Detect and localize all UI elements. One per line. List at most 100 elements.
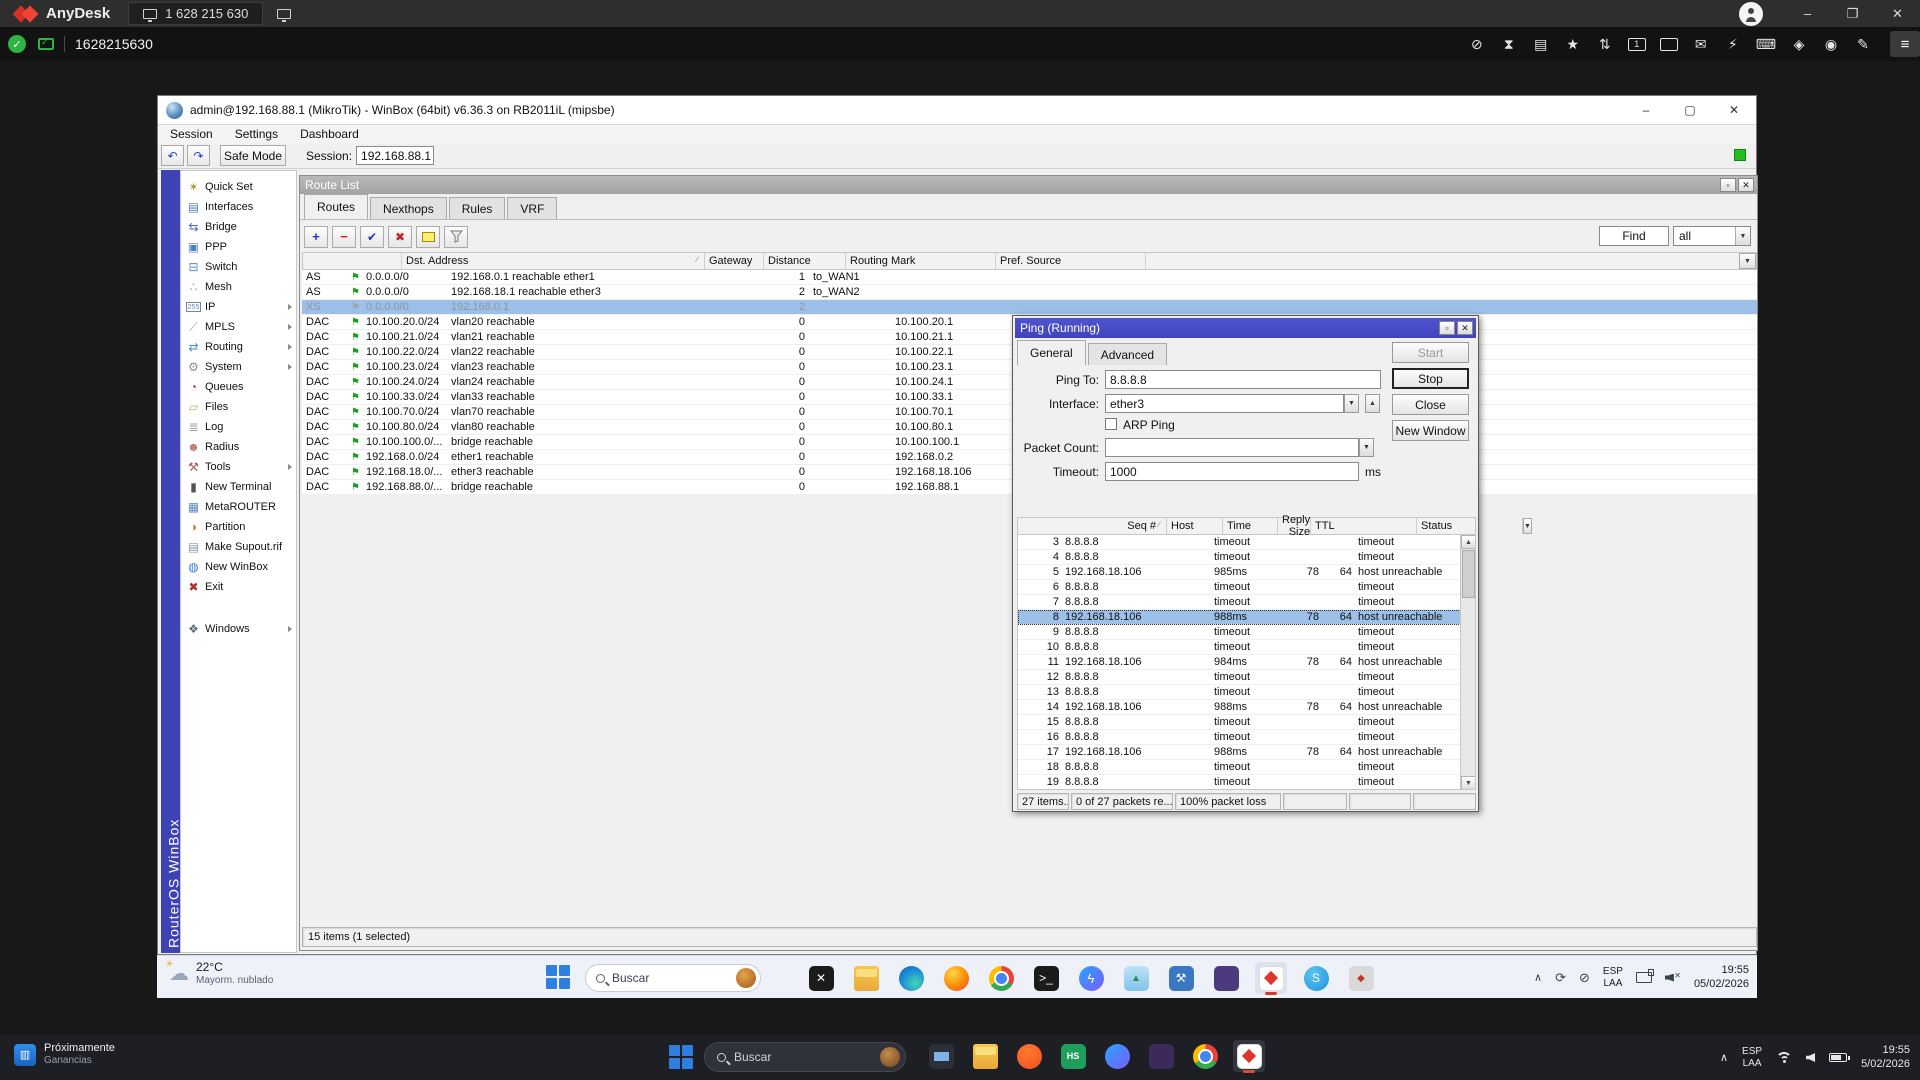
- route-row[interactable]: AS ⚑0.0.0.0/0 192.168.0.1 reachable ethe…: [302, 270, 1757, 285]
- sidebar-item-partition[interactable]: ◑ Partition: [181, 517, 296, 537]
- route-filter-dropdown[interactable]: all ▼: [1673, 226, 1751, 246]
- ping-row[interactable]: 13 8.8.8.8 timeout timeout: [1018, 685, 1475, 700]
- ping-row[interactable]: 9 8.8.8.8 timeout timeout: [1018, 625, 1475, 640]
- sidebar-item-files[interactable]: ▱ Files: [181, 397, 296, 417]
- menu-item[interactable]: Settings: [235, 127, 278, 141]
- column-header[interactable]: Distance: [764, 253, 846, 269]
- start-button[interactable]: [545, 964, 571, 990]
- tray-chevron-icon[interactable]: ∧: [1720, 1051, 1728, 1064]
- volume-muted-icon[interactable]: ✕: [1665, 972, 1681, 984]
- session-duration-icon[interactable]: ⧗: [1500, 34, 1518, 54]
- column-header[interactable]: Status: [1417, 518, 1523, 534]
- add-button[interactable]: +: [304, 226, 328, 248]
- ping-row[interactable]: 19 8.8.8.8 timeout timeout: [1018, 775, 1475, 790]
- ping-row[interactable]: 12 8.8.8.8 timeout timeout: [1018, 670, 1475, 685]
- taskbar-app-pc[interactable]: [925, 1040, 957, 1072]
- wifi-icon[interactable]: [1776, 1052, 1792, 1064]
- taskbar-app-terminal[interactable]: >_: [1030, 962, 1062, 994]
- menu-item[interactable]: Dashboard: [300, 127, 359, 141]
- favorites-icon[interactable]: ★: [1564, 34, 1582, 54]
- find-button[interactable]: Find: [1599, 226, 1669, 246]
- ping-row[interactable]: 15 8.8.8.8 timeout timeout: [1018, 715, 1475, 730]
- widgets-button[interactable]: ▥ Próximamente Ganancias: [14, 1042, 115, 1067]
- taskbar-app-anydesk[interactable]: [1233, 1040, 1265, 1072]
- sidebar-item-make-supout[interactable]: ▤ Make Supout.rif: [181, 537, 296, 557]
- taskbar-app-folder[interactable]: [969, 1040, 1001, 1072]
- column-header[interactable]: [303, 253, 402, 269]
- taskbar-app-skype[interactable]: S: [1300, 962, 1332, 994]
- taskbar-app-firefox[interactable]: [940, 962, 972, 994]
- taskbar-app-folder[interactable]: [850, 962, 882, 994]
- sidebar-item-new-winbox[interactable]: ◍ New WinBox: [181, 557, 296, 577]
- column-header[interactable]: Seq #: [1018, 518, 1167, 534]
- stop-button[interactable]: Stop: [1392, 368, 1469, 389]
- cast-icon[interactable]: [1636, 972, 1652, 983]
- anydesk-minimize-button[interactable]: –: [1785, 0, 1830, 27]
- column-menu-button[interactable]: ▼: [1523, 518, 1532, 534]
- arp-ping-checkbox[interactable]: [1105, 418, 1117, 430]
- actions-icon[interactable]: ⚡: [1724, 34, 1742, 54]
- new-session-button[interactable]: [277, 9, 291, 19]
- taskbar-app-installer[interactable]: ◆: [1345, 962, 1377, 994]
- session-tab[interactable]: 1 628 215 630: [128, 2, 263, 25]
- user-avatar[interactable]: [1739, 2, 1763, 26]
- column-header[interactable]: Host: [1167, 518, 1223, 534]
- search-box[interactable]: Buscar: [704, 1042, 906, 1072]
- sidebar-item-system[interactable]: ⚙ System: [181, 357, 296, 377]
- ping-row[interactable]: 7 8.8.8.8 timeout timeout: [1018, 595, 1475, 610]
- file-transfer-icon[interactable]: ⇅: [1596, 34, 1614, 54]
- column-header[interactable]: Reply Size: [1278, 518, 1311, 534]
- ping-row[interactable]: 8 192.168.18.106 988ms 78 64 host unreac…: [1018, 610, 1475, 625]
- ping-row[interactable]: 11 192.168.18.106 984ms 78 64 host unrea…: [1018, 655, 1475, 670]
- clock[interactable]: 19:55 05/02/2026: [1694, 964, 1749, 992]
- column-header[interactable]: TTL: [1311, 518, 1417, 534]
- clock[interactable]: 19:55 5/02/2026: [1861, 1044, 1910, 1072]
- disable-button[interactable]: ✖: [388, 226, 412, 248]
- language-indicator[interactable]: ESP LAA: [1603, 966, 1623, 990]
- packet-count-input[interactable]: [1105, 438, 1359, 457]
- menu-item[interactable]: Session: [170, 127, 213, 141]
- sidebar-item-log[interactable]: ≣ Log: [181, 417, 296, 437]
- weather-widget[interactable]: ☁☀ 22°C Mayorm. nublado: [169, 961, 273, 986]
- taskbar-app-messenger[interactable]: ϟ: [1075, 962, 1107, 994]
- anydesk-close-button[interactable]: ✕: [1875, 0, 1920, 27]
- tab-routes[interactable]: Routes: [304, 194, 368, 219]
- start-button[interactable]: [668, 1044, 694, 1070]
- winbox-close-button[interactable]: ✕: [1712, 96, 1756, 124]
- column-header[interactable]: Pref. Source: [996, 253, 1146, 269]
- filter-button[interactable]: [444, 226, 468, 248]
- taskbar-app-x[interactable]: ✕: [805, 962, 837, 994]
- permissions-icon[interactable]: ◈: [1790, 34, 1808, 54]
- sidebar-item-tools[interactable]: ⚒ Tools: [181, 457, 296, 477]
- taskbar-app-tools[interactable]: ⚒: [1165, 962, 1197, 994]
- sidebar-item-radius[interactable]: ☻ Radius: [181, 437, 296, 457]
- scroll-down-icon[interactable]: ▼: [1461, 776, 1476, 790]
- packet-count-dropdown-button[interactable]: ▼: [1359, 438, 1374, 457]
- volume-icon[interactable]: [1806, 1053, 1815, 1062]
- route-list-titlebar[interactable]: Route List ▫✕: [300, 176, 1757, 194]
- column-header[interactable]: Dst. Address: [402, 253, 705, 269]
- sync-icon[interactable]: ⟳: [1555, 970, 1566, 986]
- taskbar-app-chrome[interactable]: [1189, 1040, 1221, 1072]
- enable-button[interactable]: ✔: [360, 226, 384, 248]
- sidebar-item-mpls[interactable]: ⟋ MPLS: [181, 317, 296, 337]
- ping-row[interactable]: 4 8.8.8.8 timeout timeout: [1018, 550, 1475, 565]
- tab-advanced[interactable]: Advanced: [1088, 343, 1167, 365]
- column-header[interactable]: Gateway: [705, 253, 764, 269]
- comment-button[interactable]: [416, 226, 440, 248]
- sidebar-item-interfaces[interactable]: ▤ Interfaces: [181, 197, 296, 217]
- record-session-icon[interactable]: ◉: [1822, 34, 1840, 54]
- ping-row[interactable]: 5 192.168.18.106 985ms 78 64 host unreac…: [1018, 565, 1475, 580]
- sidebar-item-switch[interactable]: ⊟ Switch: [181, 257, 296, 277]
- ping-restore-button[interactable]: ▫: [1439, 321, 1455, 335]
- scrollbar[interactable]: ▲ ▼: [1460, 535, 1475, 790]
- anydesk-maximize-button[interactable]: ❐: [1830, 0, 1875, 27]
- sidebar-item-new-terminal[interactable]: ▮ New Terminal: [181, 477, 296, 497]
- route-row[interactable]: XS ⚑0.0.0.0/0 192.168.0.1 2: [302, 300, 1757, 315]
- tab-general[interactable]: General: [1017, 340, 1086, 365]
- sidebar-item-metarouter[interactable]: ▦ MetaROUTER: [181, 497, 296, 517]
- remove-button[interactable]: −: [332, 226, 356, 248]
- tray-chevron-icon[interactable]: ∧: [1534, 971, 1542, 984]
- connection-data-icon[interactable]: ▤: [1532, 34, 1550, 54]
- menu-icon[interactable]: ≡: [1890, 31, 1920, 57]
